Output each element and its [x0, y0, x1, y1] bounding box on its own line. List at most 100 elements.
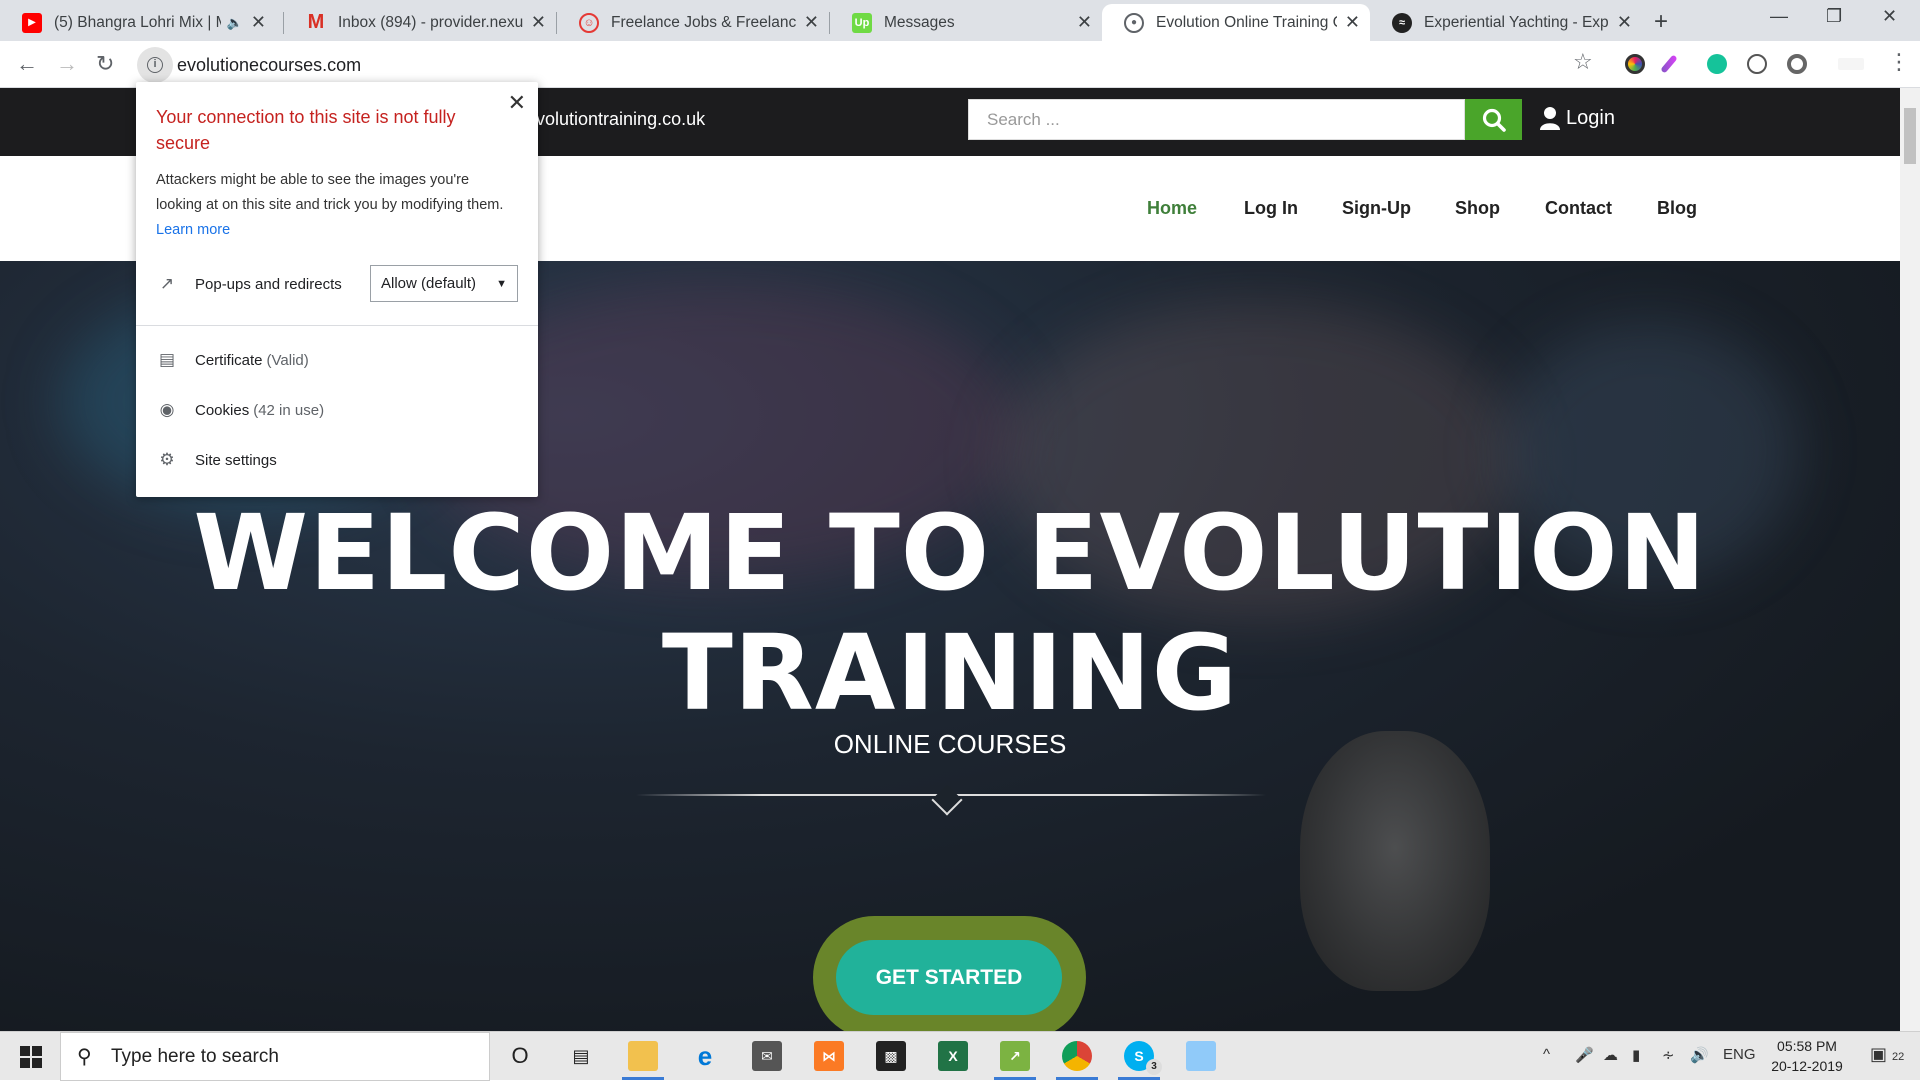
hero-title-line-1: WELCOME TO EVOLUTION [193, 492, 1707, 614]
scrollbar-thumb[interactable] [1904, 108, 1916, 164]
show-hidden-icons-icon[interactable]: ^ [1543, 1046, 1550, 1063]
system-clock[interactable]: 05:58 PM 20-12-2019 [1767, 1036, 1847, 1076]
extension-color-icon[interactable] [1625, 54, 1645, 74]
edge-icon[interactable]: e [690, 1041, 720, 1071]
info-icon: i [147, 57, 163, 73]
task-view-icon[interactable]: ▤ [566, 1041, 596, 1071]
tab-title: Evolution Online Training Co [1156, 13, 1337, 31]
popups-permission-row: ↗ Pop-ups and redirects [156, 274, 342, 294]
tab-evolution[interactable]: ● Evolution Online Training Co ✕ [1102, 4, 1370, 41]
login-label: Login [1566, 106, 1615, 129]
skype-icon[interactable]: S 3 [1124, 1041, 1162, 1075]
yacht-logo-icon: ≈ [1392, 12, 1412, 33]
upwork-icon: Up [852, 12, 872, 33]
close-tab-icon[interactable]: ✕ [1617, 12, 1632, 33]
battery-icon[interactable]: ▮ [1632, 1046, 1640, 1064]
nav-signup[interactable]: Sign-Up [1342, 198, 1411, 219]
close-tab-icon[interactable]: ✕ [804, 12, 819, 33]
new-tab-icon[interactable]: + [1654, 8, 1668, 36]
close-tab-icon[interactable]: ✕ [251, 12, 266, 33]
address-bar[interactable]: i evolutionecourses.com [137, 47, 1587, 83]
globe-icon: ● [1124, 12, 1144, 33]
windows-start-icon[interactable] [20, 1046, 42, 1068]
chrome-menu-icon[interactable]: ⋮ [1888, 49, 1910, 75]
app-chart-icon[interactable]: ↗ [1000, 1041, 1030, 1071]
contact-email[interactable]: volutiontraining.co.uk [536, 109, 705, 130]
skype-badge: 3 [1146, 1059, 1162, 1075]
extension-circle-icon[interactable] [1787, 54, 1807, 74]
tab-youtube[interactable]: ▶ (5) Bhangra Lohri Mix | M 🔈 ✕ [0, 4, 276, 41]
cortana-icon[interactable]: O [505, 1041, 535, 1071]
minimize-icon[interactable]: — [1770, 6, 1788, 27]
speaker-icon[interactable]: 🔈 [227, 15, 243, 31]
tab-title: Inbox (894) - provider.nexus [338, 13, 523, 31]
nav-login[interactable]: Log In [1244, 198, 1298, 219]
close-window-icon[interactable]: ✕ [1882, 6, 1897, 27]
close-icon[interactable]: ✕ [508, 90, 526, 116]
grammarly-icon[interactable] [1707, 54, 1727, 74]
tab-messages[interactable]: Up Messages ✕ [830, 4, 1102, 41]
popups-permission-select[interactable]: Allow (default) ▼ [370, 265, 518, 302]
wifi-icon[interactable]: ∻ [1662, 1046, 1675, 1064]
gear-icon: ⚙ [159, 450, 175, 469]
forward-icon[interactable]: → [56, 51, 78, 77]
bookmark-star-icon[interactable]: ☆ [1573, 49, 1593, 75]
tab-yachting[interactable]: ≈ Experiential Yachting - Exper ✕ [1370, 4, 1642, 41]
excel-icon[interactable]: X [938, 1041, 968, 1071]
site-settings-row[interactable]: ⚙ Site settings [156, 450, 276, 470]
url-text[interactable]: evolutionecourses.com [177, 55, 361, 76]
language-indicator[interactable]: ENG [1723, 1046, 1756, 1063]
gmail-icon: M [307, 11, 325, 33]
open-in-new-icon: ↗ [159, 274, 175, 293]
xampp-icon[interactable]: ⋈ [814, 1041, 844, 1071]
close-tab-icon[interactable]: ✕ [531, 12, 546, 33]
nav-home[interactable]: Home [1147, 198, 1197, 219]
file-explorer-icon[interactable] [628, 1041, 658, 1071]
remote-desktop-icon[interactable] [1186, 1041, 1216, 1071]
site-search-input[interactable]: Search ... [968, 99, 1465, 140]
close-tab-icon[interactable]: ✕ [1345, 12, 1360, 33]
store-icon[interactable]: ▩ [876, 1041, 906, 1071]
site-search-button[interactable] [1465, 99, 1522, 140]
page-scrollbar[interactable] [1900, 88, 1920, 1031]
search-icon [1482, 108, 1506, 132]
get-started-button[interactable]: GET STARTED [836, 940, 1062, 1015]
tab-gmail[interactable]: M Inbox (894) - provider.nexus ✕ [284, 4, 556, 41]
taskbar-search-placeholder: Type here to search [111, 1045, 279, 1067]
dropdown-arrow-icon: ▼ [496, 278, 507, 290]
volume-icon[interactable]: 🔊 [1690, 1046, 1709, 1064]
wordpress-icon[interactable] [1747, 54, 1767, 74]
reload-icon[interactable]: ↻ [96, 51, 114, 77]
search-icon: ⚲ [77, 1046, 92, 1068]
site-login-link[interactable]: Login [1540, 106, 1615, 130]
nav-shop[interactable]: Shop [1455, 198, 1500, 219]
extension-badge-icon[interactable] [1838, 58, 1864, 70]
chrome-icon[interactable] [1062, 1041, 1092, 1071]
mail-icon[interactable]: ✉ [752, 1041, 782, 1071]
back-icon[interactable]: ← [16, 51, 38, 77]
site-info-popup: ✕ Your connection to this site is not fu… [136, 82, 538, 497]
tab-title: (5) Bhangra Lohri Mix | M [54, 13, 221, 31]
site-info-button[interactable]: i [137, 47, 173, 83]
popups-label: Pop-ups and redirects [195, 275, 342, 293]
clock-date: 20-12-2019 [1771, 1058, 1843, 1074]
learn-more-link[interactable]: Learn more [156, 222, 230, 238]
youtube-icon: ▶ [22, 12, 42, 33]
restore-icon[interactable]: ❐ [1826, 6, 1842, 27]
extension-pen-icon[interactable] [1660, 54, 1678, 74]
nav-contact[interactable]: Contact [1545, 198, 1612, 219]
cookies-row[interactable]: ◉ Cookies (42 in use) [156, 400, 325, 420]
taskbar-search-input[interactable]: ⚲ Type here to search [60, 1032, 490, 1081]
tab-freelancer[interactable]: ☺ Freelance Jobs & Freelance W ✕ [557, 4, 829, 41]
hero-subtitle: ONLINE COURSES [833, 729, 1067, 759]
notification-center-icon[interactable]: ▣ 22 [1870, 1044, 1904, 1065]
certificate-row[interactable]: ▤ Certificate (Valid) [156, 350, 309, 370]
onedrive-icon[interactable]: ☁ [1603, 1046, 1618, 1064]
microphone-icon[interactable]: 🎤 [1575, 1046, 1594, 1064]
notification-count: 22 [1892, 1051, 1905, 1063]
nav-blog[interactable]: Blog [1657, 198, 1697, 219]
certificate-icon: ▤ [158, 350, 176, 369]
popups-selected-value: Allow (default) [381, 275, 477, 292]
close-tab-icon[interactable]: ✕ [1077, 12, 1092, 33]
windows-taskbar: ⚲ Type here to search O ▤ e ✉ ⋈ ▩ X ↗ S … [0, 1031, 1920, 1081]
